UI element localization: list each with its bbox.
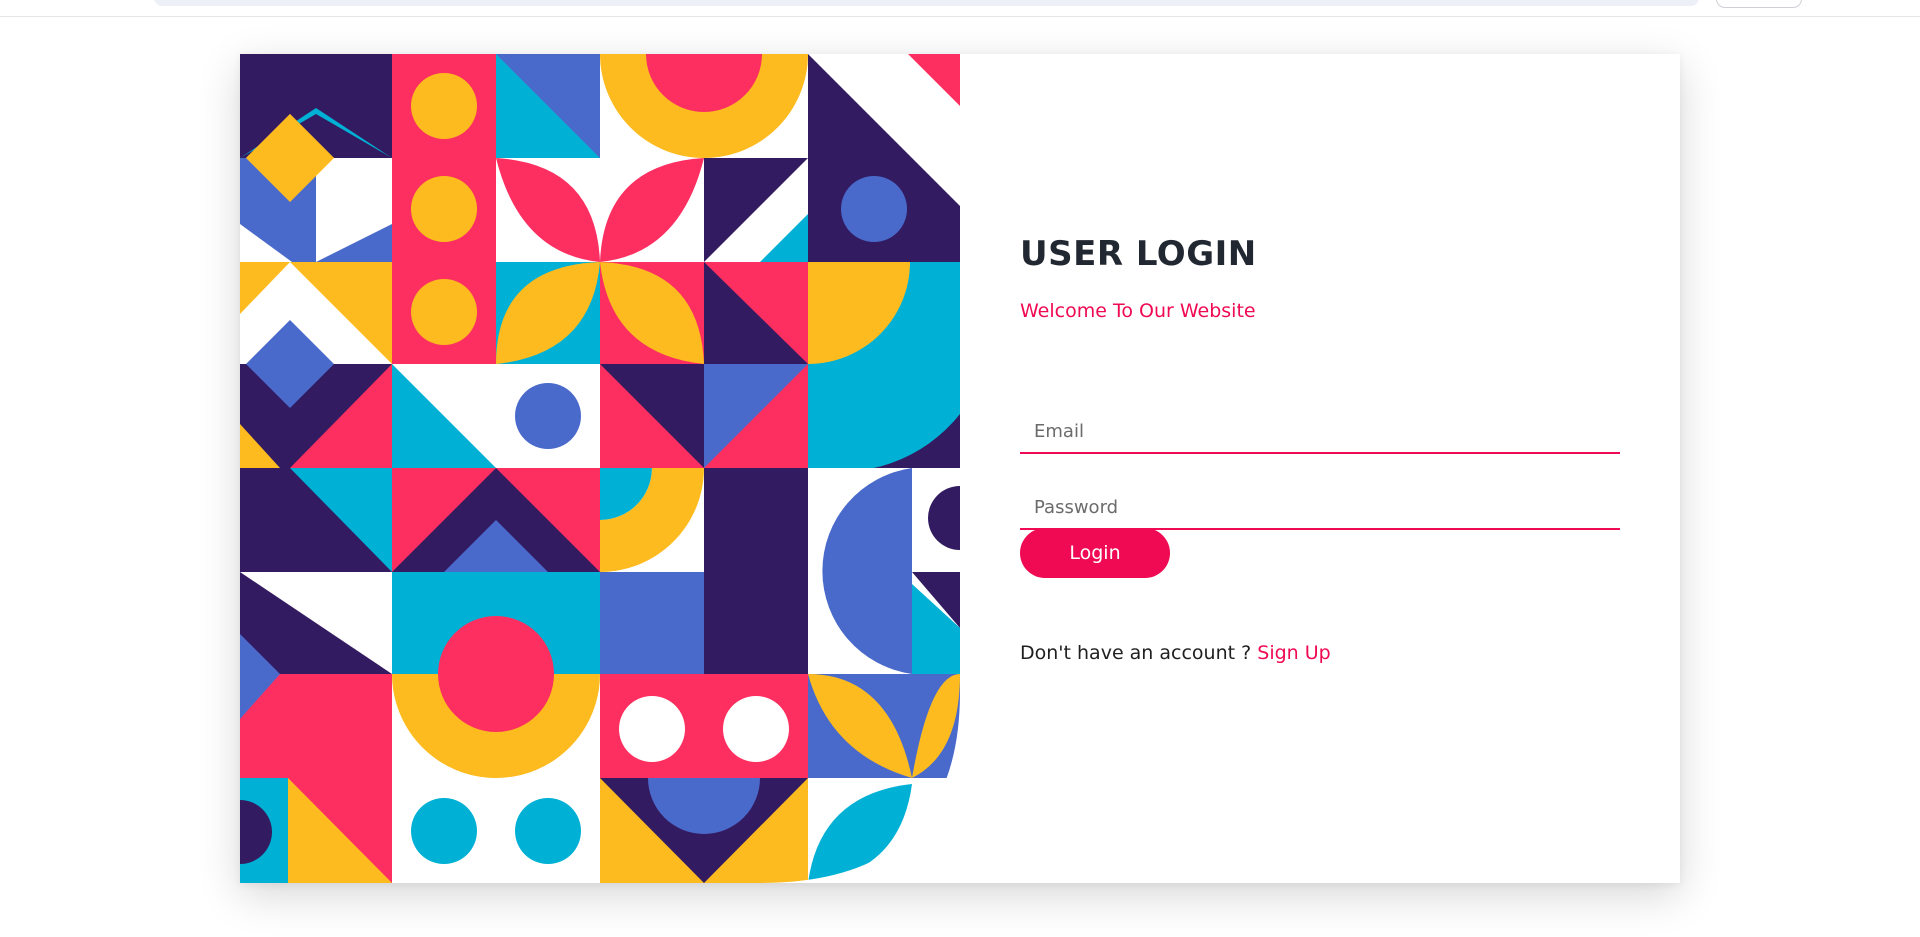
signup-prompt-row: Don't have an account ? Sign Up bbox=[1020, 642, 1331, 664]
toolbar-button[interactable] bbox=[1716, 0, 1802, 8]
sign-up-link[interactable]: Sign Up bbox=[1257, 642, 1330, 664]
welcome-subtitle: Welcome To Our Website bbox=[1020, 300, 1256, 322]
signup-prompt-text: Don't have an account ? bbox=[1020, 642, 1252, 664]
geometric-art-panel bbox=[240, 54, 960, 883]
login-button[interactable]: Login bbox=[1020, 528, 1170, 578]
email-field[interactable] bbox=[1020, 410, 1620, 454]
password-field[interactable] bbox=[1020, 486, 1620, 530]
geometric-pattern-illustration bbox=[240, 54, 960, 883]
login-card: USER LOGIN Welcome To Our Website Login … bbox=[240, 54, 1680, 883]
page-title: USER LOGIN bbox=[1020, 234, 1257, 274]
login-form: USER LOGIN Welcome To Our Website Login … bbox=[1020, 54, 1620, 883]
browser-top-strip bbox=[0, 0, 1920, 17]
address-bar[interactable] bbox=[154, 0, 1699, 6]
